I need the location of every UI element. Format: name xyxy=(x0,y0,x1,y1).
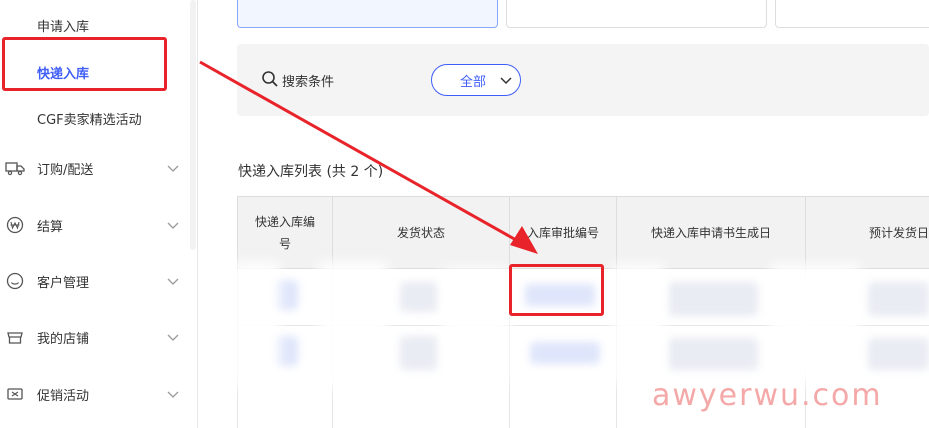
sidebar-scrollbar[interactable] xyxy=(190,0,196,250)
select-value: 全部 xyxy=(460,74,487,90)
sidebar-item-order-delivery[interactable]: 订购/配送 xyxy=(0,153,188,183)
sidebar-item-apply-inbound[interactable]: 申请入库 xyxy=(37,16,89,35)
watermark: awyerwu.com xyxy=(652,378,883,413)
sidebar-item-label: 结算 xyxy=(37,219,64,235)
redacted-cell xyxy=(668,282,758,316)
redacted-cell xyxy=(868,338,929,370)
filter-panel xyxy=(237,44,929,116)
sidebar-item-customer-management[interactable]: 客户管理 xyxy=(0,266,188,296)
chevron-down-icon xyxy=(166,161,180,175)
sidebar-item-cgf-seller-activity[interactable]: CGF卖家精选活动 xyxy=(37,109,142,128)
column-header-shipping-status[interactable]: 发货状态 xyxy=(332,197,509,269)
sidebar-item-my-store[interactable]: 我的店铺 xyxy=(0,322,188,352)
chevron-down-icon xyxy=(166,387,180,401)
redacted-cell xyxy=(530,342,600,364)
redacted-cell xyxy=(668,338,758,370)
status-filter-select[interactable]: 全部 xyxy=(431,64,521,96)
chevron-down-icon xyxy=(166,274,180,288)
redaction-mask xyxy=(318,262,388,388)
chevron-down-icon xyxy=(499,73,513,87)
sidebar-item-settlement[interactable]: 结算 xyxy=(0,210,188,240)
redaction-mask xyxy=(612,264,664,384)
redaction-mask xyxy=(770,264,860,384)
won-coin-icon xyxy=(5,215,25,235)
chevron-down-icon xyxy=(166,330,180,344)
column-header-expected-ship-date[interactable]: 预计发货日 xyxy=(805,197,929,269)
redaction-mask xyxy=(232,262,280,388)
sidebar-item-label: 促销活动 xyxy=(37,388,90,404)
search-condition-label: 搜索条件 xyxy=(282,75,335,90)
redacted-cell xyxy=(868,282,929,316)
list-title: 快递入库列表 (共 2 个) xyxy=(238,164,384,180)
annotation-highlight-sidebar xyxy=(2,37,167,91)
search-icon xyxy=(261,70,279,88)
sidebar-item-promotions[interactable]: 促销活动 xyxy=(0,379,188,409)
table-header: 快递入库编号 发货状态 入库审批编号 快递入库申请书生成日 预计发货日 xyxy=(237,197,929,269)
status-card[interactable] xyxy=(237,0,498,28)
redaction-mask xyxy=(442,268,510,382)
sidebar-item-label: 订购/配送 xyxy=(37,162,94,178)
smiley-icon xyxy=(5,271,25,291)
redacted-cell xyxy=(400,282,438,312)
chevron-down-icon xyxy=(166,218,180,232)
sidebar-item-label: 客户管理 xyxy=(37,275,90,291)
status-card[interactable] xyxy=(775,0,929,28)
column-header-application-date[interactable]: 快递入库申请书生成日 xyxy=(616,197,805,269)
status-card[interactable] xyxy=(506,0,767,28)
truck-icon xyxy=(5,158,25,178)
column-header-approval-number[interactable]: 入库审批编号 xyxy=(509,197,616,269)
column-header-inbound-number[interactable]: 快递入库编号 xyxy=(237,197,332,269)
redacted-cell xyxy=(400,336,438,370)
ticket-icon xyxy=(5,384,25,404)
sidebar-item-label: 我的店铺 xyxy=(37,331,90,347)
annotation-highlight-cell xyxy=(509,264,604,316)
store-icon xyxy=(5,327,25,347)
